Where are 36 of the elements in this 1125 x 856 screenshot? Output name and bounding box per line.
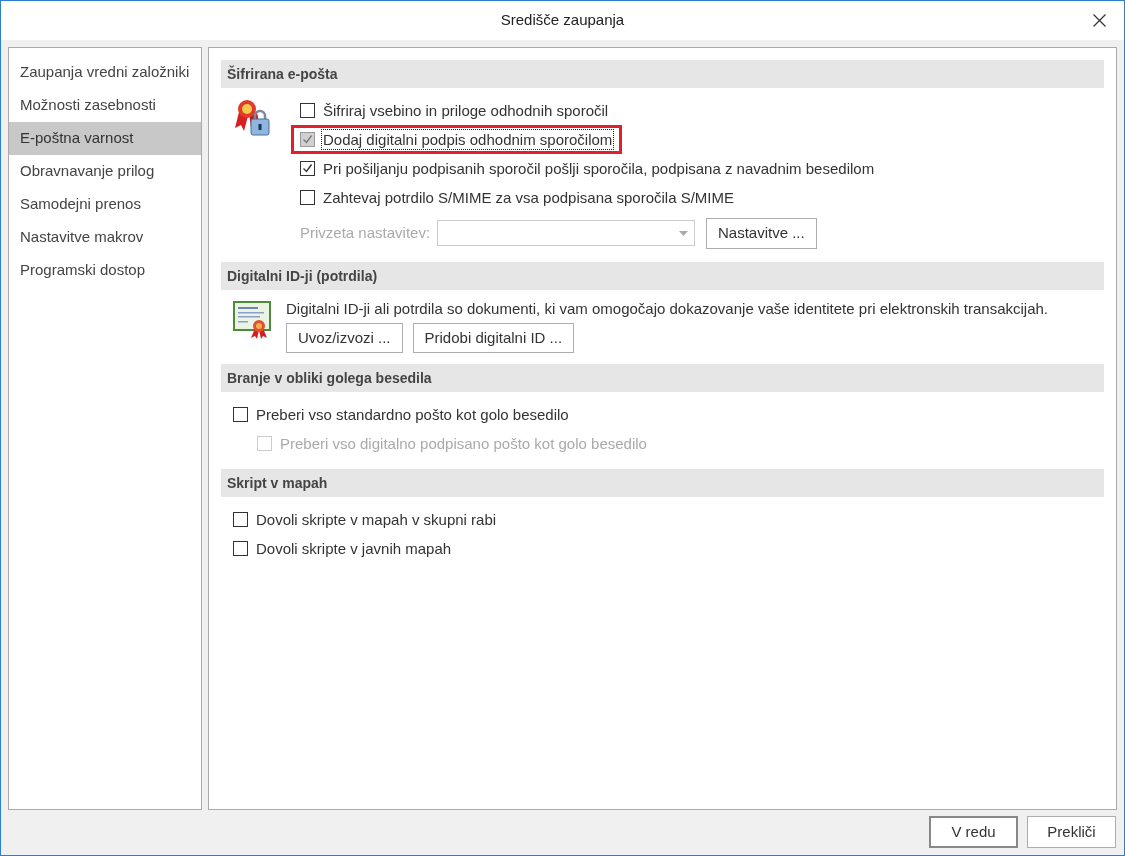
checkbox-label[interactable]: Dodaj digitalni podpis odhodnim sporočilom bbox=[322, 130, 614, 149]
dialog-button[interactable]: V redu bbox=[929, 816, 1018, 848]
field-label: Privzeta nastavitev: bbox=[300, 222, 432, 243]
caret-icon bbox=[679, 230, 688, 236]
checkbox[interactable] bbox=[300, 161, 315, 176]
dialog-button[interactable]: Prekliči bbox=[1027, 816, 1116, 848]
sidebar-item[interactable]: Možnosti zasebnosti bbox=[9, 89, 201, 122]
ribbon-lock-icon bbox=[233, 98, 273, 138]
action-button[interactable]: Pridobi digitalni ID ... bbox=[412, 323, 575, 353]
checkbox-label[interactable]: Pri pošiljanju podpisanih sporočil pošlji sporočila, podpisana z navadnim besedilom bbox=[322, 159, 876, 178]
section-header: Branje v obliki golega besedila bbox=[221, 364, 1104, 392]
checkbox[interactable] bbox=[300, 132, 315, 147]
sidebar-item[interactable]: Zaupanja vredni založniki bbox=[9, 56, 201, 89]
close-icon[interactable] bbox=[1093, 14, 1106, 27]
checkbox[interactable] bbox=[300, 103, 315, 118]
checkbox[interactable] bbox=[233, 407, 248, 422]
certificate-icon bbox=[233, 300, 273, 340]
checkbox-label[interactable]: Šifriraj vsebino in priloge odhodnih sporočil bbox=[322, 101, 610, 120]
action-button[interactable]: Uvoz/izvozi ... bbox=[286, 323, 403, 353]
section-header: Šifrirana e-pošta bbox=[221, 60, 1104, 88]
checkbox-label[interactable]: Dovoli skripte v mapah v skupni rabi bbox=[255, 510, 498, 529]
description-text: Digitalni ID-ji ali potrdila so dokumenti, ki vam omogočajo dokazovanje vaše identitete pri elektronskih transakcijah. bbox=[286, 299, 1049, 319]
checkbox-label[interactable]: Zahtevaj potrdilo S/MIME za vsa podpisana sporočila S/MIME bbox=[322, 188, 735, 207]
checkbox[interactable] bbox=[233, 541, 248, 556]
section-header: Skript v mapah bbox=[221, 469, 1104, 497]
sidebar-item[interactable]: Samodejni prenos bbox=[9, 188, 201, 221]
sidebar-item[interactable]: Obravnavanje prilog bbox=[9, 155, 201, 188]
section-header: Digitalni ID-ji (potrdila) bbox=[221, 262, 1104, 290]
checkbox-label[interactable]: Dovoli skripte v javnih mapah bbox=[255, 539, 453, 558]
checkbox[interactable] bbox=[233, 512, 248, 527]
window-title: Središče zaupanja bbox=[500, 10, 625, 31]
sidebar-item[interactable]: E-poštna varnost bbox=[9, 122, 201, 155]
sidebar-item[interactable]: Nastavitve makrov bbox=[9, 221, 201, 254]
checkbox-label[interactable]: Preberi vso standardno pošto kot golo besedilo bbox=[255, 405, 570, 424]
sidebar-item[interactable]: Programski dostop bbox=[9, 254, 201, 287]
checkbox[interactable] bbox=[300, 190, 315, 205]
